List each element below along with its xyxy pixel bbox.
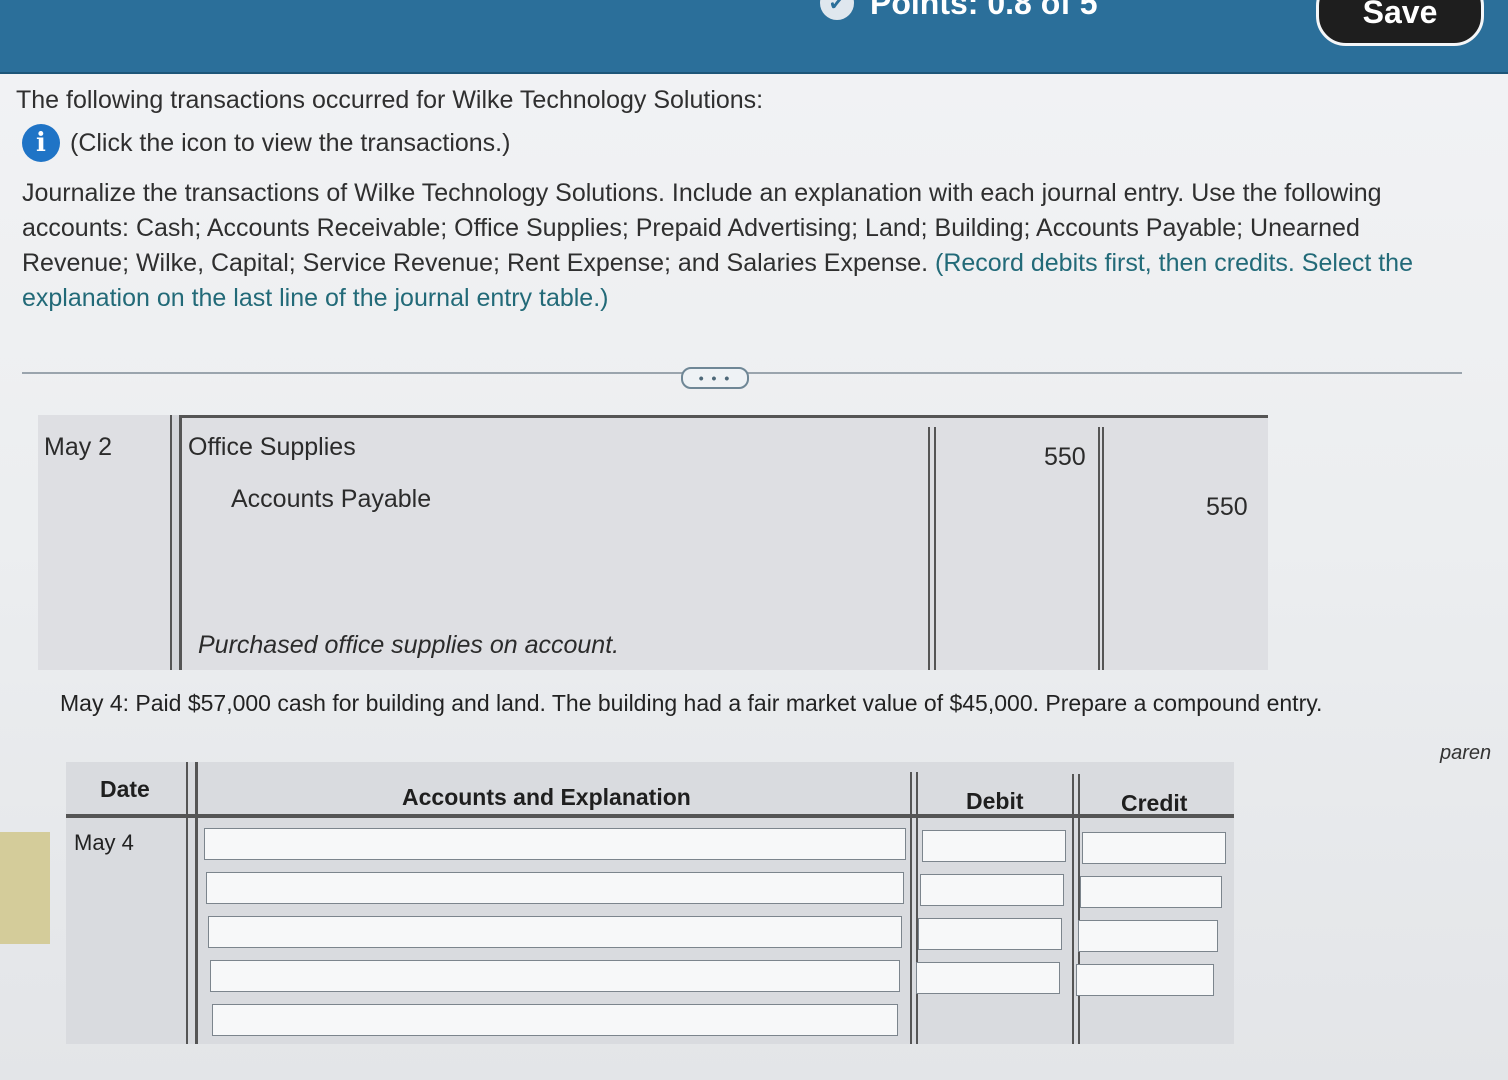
debit-input-2[interactable] xyxy=(920,874,1064,906)
account-input-4[interactable] xyxy=(210,960,900,992)
header-date: Date xyxy=(100,776,150,802)
points-check-icon: ✔ xyxy=(820,0,854,20)
credit-amount: 550 xyxy=(1206,493,1248,521)
header-credit: Credit xyxy=(1121,790,1188,816)
column-divider xyxy=(186,762,198,1044)
entry-date: May 2 xyxy=(44,433,113,461)
credit-input-1[interactable] xyxy=(1082,832,1226,864)
column-divider xyxy=(928,427,936,670)
left-edge-strip xyxy=(0,832,50,944)
info-icon[interactable]: i xyxy=(22,124,60,162)
column-divider xyxy=(170,415,182,670)
top-bar: ✔ Points: 0.8 of 5 Save xyxy=(0,0,1508,74)
credit-input-3[interactable] xyxy=(1078,920,1218,952)
save-button[interactable]: Save xyxy=(1316,0,1484,46)
journal-entry-may-2: May 2 Office Supplies Accounts Payable 5… xyxy=(38,415,1268,670)
points-label: Points: 0.8 of 5 xyxy=(870,0,1098,21)
question-intro: The following transactions occurred for … xyxy=(16,86,764,114)
journal-entry-table: Date Accounts and Explanation Debit Cred… xyxy=(66,762,1234,1044)
expand-more-button[interactable]: • • • xyxy=(681,367,749,389)
credit-input-4[interactable] xyxy=(1076,964,1214,996)
header-accounts: Accounts and Explanation xyxy=(402,784,691,810)
account-input-3[interactable] xyxy=(208,916,902,948)
entry-explanation: Purchased office supplies on account. xyxy=(198,631,620,659)
debit-input-1[interactable] xyxy=(922,830,1066,862)
transaction-prompt: May 4: Paid $57,000 cash for building an… xyxy=(60,690,1323,716)
points-indicator: ✔ Points: 0.8 of 5 xyxy=(820,0,1098,21)
header-debit: Debit xyxy=(966,788,1024,814)
debit-amount: 550 xyxy=(1044,443,1086,471)
debit-input-4[interactable] xyxy=(916,962,1060,994)
table-top-border xyxy=(182,415,1268,418)
account-input-1[interactable] xyxy=(204,828,906,860)
account-input-2[interactable] xyxy=(206,872,904,904)
view-transactions-link[interactable]: i (Click the icon to view the transactio… xyxy=(22,124,510,162)
column-divider xyxy=(1072,774,1080,1044)
credit-input-2[interactable] xyxy=(1080,876,1222,908)
view-transactions-label[interactable]: (Click the icon to view the transactions… xyxy=(70,129,510,158)
debit-account: Office Supplies xyxy=(188,433,356,461)
clipped-side-text: paren xyxy=(1440,742,1492,764)
row-date: May 4 xyxy=(74,830,134,855)
explanation-input[interactable] xyxy=(212,1004,898,1036)
instructions: Journalize the transactions of Wilke Tec… xyxy=(22,176,1472,316)
column-divider xyxy=(1098,427,1104,670)
credit-account: Accounts Payable xyxy=(231,485,432,513)
header-rule xyxy=(66,814,1234,818)
debit-input-3[interactable] xyxy=(918,918,1062,950)
column-divider xyxy=(910,772,918,1044)
